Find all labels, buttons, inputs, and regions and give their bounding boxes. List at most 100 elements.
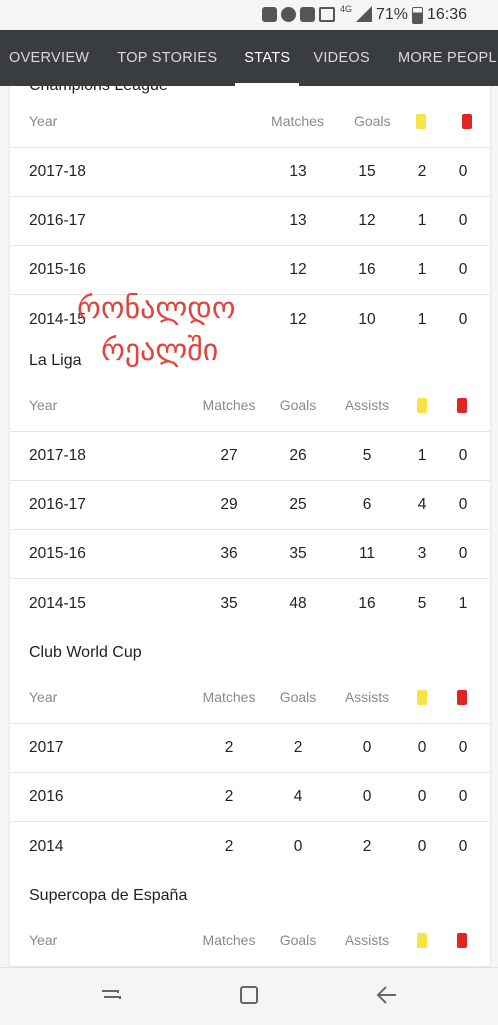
alarm-icon	[281, 7, 296, 22]
cell-red: 0	[458, 447, 468, 464]
cell-goals: 4	[293, 788, 303, 805]
battery-icon	[412, 7, 423, 24]
tab-overview[interactable]: OVERVIEW	[0, 30, 103, 86]
header-goals: Goals	[354, 112, 391, 129]
cell-goals: 16	[358, 261, 376, 278]
tab-stats[interactable]: STATS	[235, 30, 300, 86]
status-bar: 4G 71% 16:36	[0, 0, 498, 30]
cell-year: 2016-17	[29, 496, 86, 513]
cell-assists: 5	[362, 447, 372, 464]
cell-goals: 26	[289, 447, 307, 464]
header-assists: Assists	[344, 396, 390, 413]
battery-percent: 71%	[376, 6, 409, 23]
signal-icon	[356, 6, 372, 22]
cell-goals: 35	[289, 545, 307, 562]
header-goals: Goals	[279, 931, 317, 948]
lock-icon	[262, 7, 277, 22]
header-goals: Goals	[279, 688, 317, 705]
table-header: Year Matches Goals Assists	[10, 670, 490, 724]
cell-goals: 15	[358, 163, 376, 180]
header-matches: Matches	[202, 396, 256, 413]
cell-yellow: 2	[417, 163, 427, 180]
cell-yellow: 1	[417, 212, 427, 229]
table-row: 2017-18 27 26 5 1 0	[10, 432, 490, 481]
yellow-card-icon	[417, 397, 427, 413]
media-icon	[300, 7, 315, 22]
cell-red: 0	[458, 788, 468, 805]
tab-top-stories[interactable]: TOP STORIES	[103, 30, 231, 86]
cell-matches: 12	[289, 261, 307, 278]
tab-more-people[interactable]: MORE PEOPLE	[384, 30, 498, 86]
table-row: 2014-15 35 48 16 5 1	[10, 579, 490, 628]
cell-matches: 13	[289, 212, 307, 229]
cell-yellow: 4	[417, 496, 427, 513]
cell-assists: 2	[362, 837, 372, 855]
cell-red: 0	[458, 212, 468, 229]
table-header: Year Matches Goals	[10, 94, 490, 148]
tab-videos[interactable]: VIDEOS	[299, 30, 384, 86]
section-title: Club World Cup	[29, 644, 142, 661]
cell-yellow: 0	[417, 788, 427, 805]
header-matches: Matches	[202, 931, 256, 948]
cell-year: 2014	[29, 837, 64, 855]
supercopa-section: Supercopa de España Year Matches Goals A…	[10, 879, 490, 967]
cell-goals: 25	[289, 496, 307, 513]
cell-red: 0	[458, 163, 468, 180]
cell-matches: 35	[220, 594, 238, 612]
cell-goals: 12	[358, 212, 376, 229]
la-liga-section: La Liga Year Matches Goals Assists 2017-…	[10, 344, 490, 628]
yellow-card-icon	[417, 932, 427, 948]
red-card-icon	[457, 932, 467, 948]
cell-goals: 10	[358, 310, 376, 328]
recent-apps-icon[interactable]	[98, 982, 124, 1008]
cell-matches: 2	[224, 739, 234, 756]
red-card-icon	[457, 689, 467, 705]
cell-red: 1	[458, 594, 468, 612]
network-type: 4G	[340, 4, 353, 14]
header-year: Year	[29, 931, 58, 948]
table-row: 2017 2 2 0 0 0	[10, 724, 490, 773]
header-year: Year	[29, 688, 58, 705]
cell-assists: 11	[358, 545, 376, 562]
stats-card: Champions League Year Matches Goals 2017…	[10, 86, 490, 967]
cell-assists: 0	[362, 739, 372, 756]
cell-yellow: 3	[417, 545, 427, 562]
cell-year: 2015-16	[29, 545, 86, 562]
cell-red: 0	[458, 545, 468, 562]
cell-matches: 13	[289, 163, 307, 180]
header-assists: Assists	[344, 688, 390, 705]
cell-matches: 2	[224, 788, 234, 805]
stats-content[interactable]: Champions League Year Matches Goals 2017…	[0, 86, 498, 967]
cell-matches: 2	[224, 837, 234, 855]
table-row: 2016-17 29 25 6 4 0	[10, 481, 490, 530]
cell-matches: 29	[220, 496, 238, 513]
image-icon	[319, 7, 335, 22]
cell-red: 0	[458, 496, 468, 513]
cell-goals: 2	[293, 739, 303, 756]
home-icon[interactable]	[236, 982, 262, 1008]
cell-year: 2014-15	[29, 310, 86, 328]
cell-year: 2017	[29, 739, 64, 756]
section-title: Supercopa de España	[29, 887, 188, 904]
cell-assists: 16	[358, 594, 376, 612]
section-title: Champions League	[10, 86, 490, 94]
champions-league-section: Champions League Year Matches Goals 2017…	[10, 86, 490, 344]
yellow-card-icon	[416, 113, 426, 129]
back-icon[interactable]	[374, 982, 400, 1008]
header-year: Year	[29, 396, 58, 413]
cell-red: 0	[458, 310, 468, 328]
yellow-card-icon	[417, 689, 427, 705]
cell-matches: 12	[289, 310, 307, 328]
table-header: Year Matches Goals Assists	[10, 913, 490, 967]
table-header: Year Matches Goals Assists	[10, 378, 490, 432]
cell-assists: 6	[362, 496, 372, 513]
table-row: 2014-15 12 10 1 0	[10, 295, 490, 344]
tab-bar: OVERVIEW TOP STORIES STATS VIDEOS MORE P…	[0, 30, 498, 86]
cell-year: 2017-18	[29, 163, 86, 180]
cell-goals: 48	[289, 594, 307, 612]
cell-goals: 0	[293, 837, 303, 855]
clock: 16:36	[427, 6, 468, 23]
cell-year: 2014-15	[29, 594, 86, 612]
cell-year: 2016	[29, 788, 64, 805]
table-row: 2015-16 36 35 11 3 0	[10, 530, 490, 579]
